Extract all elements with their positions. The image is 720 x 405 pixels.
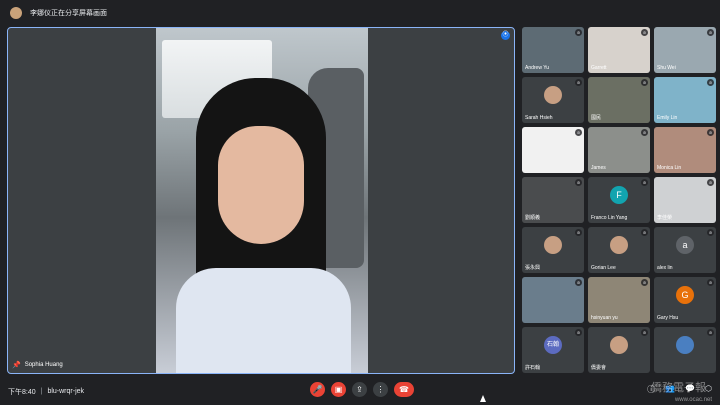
participant-name: Shu Wei [657,65,676,71]
participant-initial: F [610,186,628,205]
watermark-url: www.ocac.net [674,397,712,403]
mic-muted-icon: ⊘ [707,329,714,336]
separator: | [40,388,43,395]
mic-muted-icon: ⊘ [707,179,714,186]
camera-off-button[interactable]: ▣ [331,382,346,397]
main-speaker-tile[interactable]: ⦿ 📌 Sophia Huang [7,27,515,374]
participant-name: hsinyuan yu [591,315,618,321]
mic-muted-icon: ⊘ [575,179,582,186]
participant-name: 劉順義 [525,215,541,221]
participant-avatar [610,336,628,355]
participant-name: Andrew Yu [525,65,550,71]
participant-name: Franco Lin Yang [591,215,628,221]
main-speaker-name: Sophia Huang [24,362,63,368]
participant-tile[interactable]: ⊘ Sarah Hsieh [522,77,584,123]
mic-muted-icon: ⊘ [641,279,648,286]
mic-muted-icon: ⊘ [575,279,582,286]
call-controls: 🎤 ▣ ⇪ ⋮ ☎ [310,382,414,397]
participant-tile[interactable]: ⊘ 劉順義 [522,177,584,223]
participant-grid: ⊘ Andrew Yu ⊘ Garrett ⊘ Shu Wei ⊘ Sarah Hsieh ⊘ 國… [522,27,716,373]
mic-muted-icon: ⊘ [575,79,582,86]
participant-name: 張永興 [525,265,541,271]
participant-tile[interactable]: ⊘ [522,277,584,323]
participant-tile[interactable]: ⊘ 國民 [588,77,650,123]
mic-muted-icon: ⊘ [707,29,714,36]
participant-tile[interactable]: ⊘ Monica Lin [654,127,716,173]
participant-tile[interactable]: ⊘ 張永興 [522,227,584,273]
mic-muted-icon: ⊘ [641,229,648,236]
mic-muted-icon: ⊘ [641,179,648,186]
participant-name: 國民 [591,115,602,121]
mouse-cursor-icon [480,395,486,402]
participant-initial: 石翰 [544,336,562,355]
presentation-banner: 李娜仪正在分享屏幕画面 [0,0,720,26]
participant-initial: G [676,286,694,305]
bottom-toolbar: 下午8:40 | blu-wrqr-jek 🎤 ▣ ⇪ ⋮ ☎ ⓘ 👥 💬 ⬡ [0,378,720,405]
participant-name: alex lin [657,265,673,271]
speaker-face [218,126,304,244]
participant-name: 許石翰 [525,365,541,371]
watermark-logo: 僑務電子報 [651,381,706,394]
participant-tile[interactable]: ⊘ Garrett [588,27,650,73]
participant-name: Monica Lin [657,165,682,171]
participant-tile[interactable]: ⊘ [522,127,584,173]
participant-name: 李佳榮 [657,215,673,221]
main-speaker-label: 📌 Sophia Huang [12,361,63,369]
participant-tile[interactable]: a ⊘ alex lin [654,227,716,273]
participant-tile[interactable]: ⊘ hsinyuan yu [588,277,650,323]
speaker-shirt [176,268,351,373]
participant-tile[interactable]: ⊘ [654,327,716,373]
participant-tile[interactable]: ⊘ James [588,127,650,173]
participant-tile[interactable]: ⊘ 僑委會 [588,327,650,373]
participant-tile[interactable]: ⊘ 李佳榮 [654,177,716,223]
participant-name: Garrett [591,65,607,71]
participant-name: Gary Hsu [657,315,679,321]
participant-tile[interactable]: ⊘ Shu Wei [654,27,716,73]
mic-muted-icon: ⊘ [641,29,648,36]
mic-muted-icon: ⊘ [641,329,648,336]
participant-avatar [544,236,562,255]
participant-avatar [610,236,628,255]
mic-muted-icon: ⊘ [707,229,714,236]
more-options-button[interactable]: ⋮ [373,382,388,397]
participant-name: Emily Lin [657,115,678,121]
mic-muted-icon: ⊘ [575,329,582,336]
participant-tile[interactable]: ⊘ Emily Lin [654,77,716,123]
mic-muted-icon: ⊘ [707,79,714,86]
mic-muted-icon: ⊘ [707,279,714,286]
present-button[interactable]: ⇪ [352,382,367,397]
presenter-avatar [10,7,22,19]
participant-tile[interactable]: ⊘ Andrew Yu [522,27,584,73]
mic-muted-icon: ⊘ [575,229,582,236]
logo-icon [676,336,694,355]
participant-tile[interactable]: F ⊘ Franco Lin Yang [588,177,650,223]
mic-muted-icon: ⊘ [707,129,714,136]
participant-tile[interactable]: 石翰 ⊘ 許石翰 [522,327,584,373]
participant-name: Sarah Hsieh [525,115,553,121]
participant-tile[interactable]: G ⊘ Gary Hsu [654,277,716,323]
mic-muted-icon: ⊘ [575,29,582,36]
participant-initial: a [676,236,694,255]
meeting-code[interactable]: blu-wrqr-jek [47,388,84,395]
participant-name: 僑委會 [591,365,607,371]
pin-icon[interactable]: 📌 [12,361,21,369]
mic-off-button[interactable]: 🎤 [310,382,325,397]
leave-call-button[interactable]: ☎ [394,382,414,397]
participant-avatar [544,86,562,105]
meeting-time: 下午8:40 [8,388,36,396]
speaking-indicator-icon: ⦿ [501,31,510,40]
speaker-video [156,28,368,373]
mic-muted-icon: ⊘ [575,129,582,136]
mic-muted-icon: ⊘ [641,79,648,86]
participant-name: James [591,165,606,171]
mic-muted-icon: ⊘ [641,129,648,136]
participant-name: Gorian Lee [591,265,616,271]
presenting-text: 李娜仪正在分享屏幕画面 [30,10,107,17]
participant-tile[interactable]: ⊘ Gorian Lee [588,227,650,273]
activities-icon[interactable]: ⬡ [705,384,712,395]
